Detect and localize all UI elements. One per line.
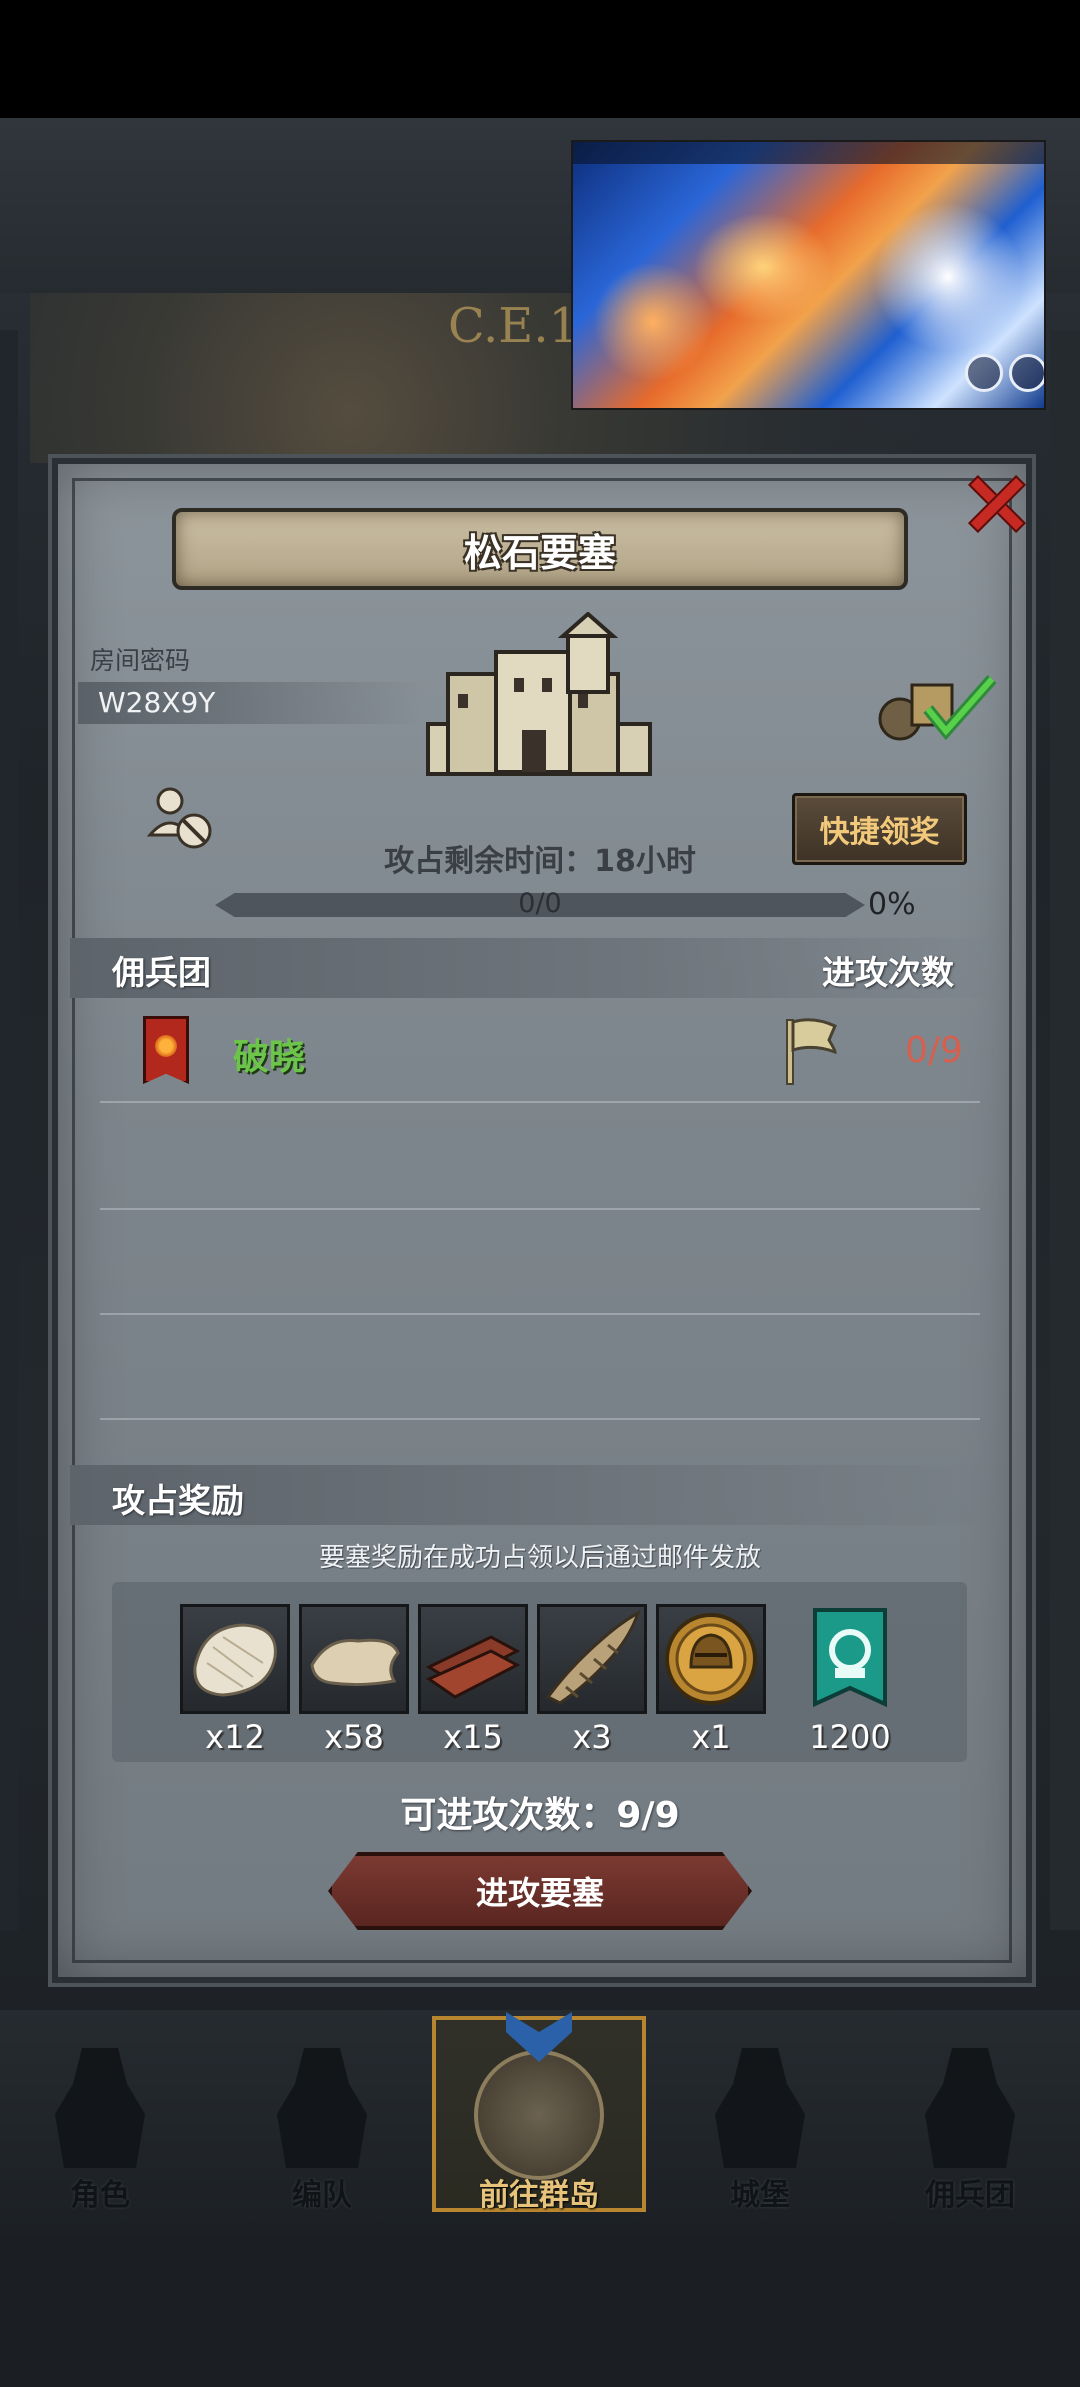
horn-icon bbox=[545, 1609, 641, 1705]
capture-progress-percent: 0% bbox=[868, 887, 916, 922]
fur-pelt-icon bbox=[193, 1623, 277, 1697]
video-top-bar bbox=[573, 142, 1044, 164]
castle-icon bbox=[426, 612, 652, 776]
reward-note: 要塞奖励在成功占领以后通过邮件发放 bbox=[318, 1543, 761, 1573]
status-bar bbox=[0, 0, 1080, 118]
row-divider bbox=[100, 1418, 980, 1420]
system-navigation-area bbox=[0, 2235, 1080, 2387]
reward-quantity: x1 bbox=[691, 1718, 731, 1756]
nav-item-castle[interactable]: 城堡 bbox=[660, 2020, 860, 2220]
time-remaining: 攻占剩余时间：18小时 bbox=[0, 836, 1080, 880]
nav-label: 编队 bbox=[292, 2178, 352, 2213]
helmet-icon bbox=[277, 2048, 367, 2168]
explosion-effect bbox=[693, 212, 833, 322]
guild-name[interactable]: 破晓 bbox=[233, 1028, 305, 1080]
dialog-title: 松石要塞 bbox=[463, 530, 616, 575]
reward-quantity: x58 bbox=[324, 1718, 384, 1756]
knight-icon bbox=[55, 2048, 145, 2168]
nav-item-formation[interactable]: 编队 bbox=[222, 2020, 422, 2220]
video-control-icon bbox=[1009, 354, 1044, 392]
time-remaining-label: 攻占剩余时间： bbox=[384, 844, 595, 879]
reward-quantity: 1200 bbox=[809, 1718, 891, 1756]
explosion-effect bbox=[593, 262, 713, 382]
floating-video-thumbnail[interactable] bbox=[571, 140, 1046, 410]
reward-slot[interactable] bbox=[656, 1604, 766, 1714]
row-divider bbox=[100, 1208, 980, 1210]
nav-item-mercenary[interactable]: 佣兵团 bbox=[870, 2020, 1070, 2220]
nav-label: 城堡 bbox=[730, 2178, 790, 2213]
title-plate: 松石要塞 bbox=[172, 508, 908, 590]
reward-slot[interactable] bbox=[537, 1604, 647, 1714]
row-divider bbox=[100, 1101, 980, 1103]
room-code[interactable]: W28X9Y bbox=[98, 686, 215, 719]
mercenary-icon bbox=[925, 2048, 1015, 2168]
video-control-icon bbox=[965, 354, 1003, 392]
reward-slot[interactable] bbox=[299, 1604, 409, 1714]
claimed-rewards-icon bbox=[878, 675, 997, 741]
nav-item-islands-label[interactable]: 前往群岛 bbox=[439, 2020, 639, 2220]
reward-slot[interactable] bbox=[180, 1604, 290, 1714]
explosion-effect bbox=[873, 202, 1023, 352]
wood-planks-icon bbox=[425, 1635, 521, 1699]
attempts-label: 可进攻次数： bbox=[400, 1795, 617, 1836]
attack-fortress-button[interactable]: 进攻要塞 bbox=[328, 1852, 752, 1930]
reward-slot[interactable] bbox=[795, 1604, 905, 1714]
room-password-label: 房间密码 bbox=[90, 646, 191, 675]
nav-label: 前往群岛 bbox=[479, 2178, 599, 2213]
mercenary-section-title: 佣兵团 bbox=[112, 953, 211, 992]
reward-quantity: x15 bbox=[443, 1718, 503, 1756]
flag-icon bbox=[786, 1018, 837, 1085]
nav-label: 角色 bbox=[70, 2178, 130, 2213]
time-remaining-value: 18小时 bbox=[594, 844, 696, 879]
right-edge-panel bbox=[1050, 330, 1080, 1930]
left-edge-panel bbox=[0, 330, 18, 1930]
close-button[interactable] bbox=[955, 463, 1035, 543]
row-divider bbox=[100, 1313, 980, 1315]
reward-quantity: x12 bbox=[205, 1718, 265, 1756]
guild-banner-icon bbox=[813, 1608, 887, 1708]
capture-progress-text: 0/0 bbox=[518, 888, 562, 919]
hide-icon bbox=[310, 1638, 400, 1687]
attack-count-column-title: 进攻次数 bbox=[822, 953, 954, 992]
attack-count: 0/9 bbox=[905, 1030, 963, 1071]
attempts-value: 9/9 bbox=[616, 1795, 680, 1836]
reward-slot[interactable] bbox=[418, 1604, 528, 1714]
castle-icon bbox=[715, 2048, 805, 2168]
reward-quantity: x3 bbox=[572, 1718, 612, 1756]
nav-item-character[interactable]: 角色 bbox=[0, 2020, 200, 2220]
nav-label: 佣兵团 bbox=[925, 2178, 1015, 2213]
reward-section-title: 攻占奖励 bbox=[112, 1481, 244, 1520]
attempts-left: 可进攻次数：9/9 bbox=[0, 1786, 1080, 1838]
knight-helmet-coin-icon bbox=[665, 1613, 757, 1705]
